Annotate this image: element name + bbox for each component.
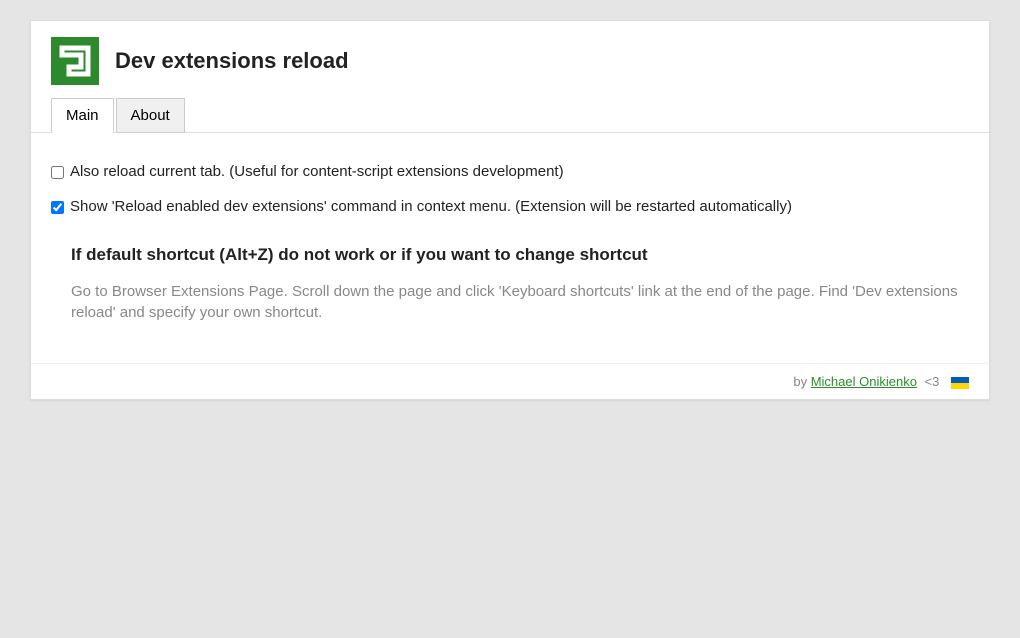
help-section: If default shortcut (Alt+Z) do not work …	[51, 245, 969, 323]
tab-about[interactable]: About	[116, 98, 185, 133]
option-reload-tab[interactable]: Also reload current tab. (Useful for con…	[51, 163, 969, 180]
checkbox-context-menu[interactable]	[51, 201, 64, 214]
ukraine-flag-icon	[951, 377, 969, 389]
help-title: If default shortcut (Alt+Z) do not work …	[71, 245, 969, 265]
content-area: Also reload current tab. (Useful for con…	[31, 133, 989, 363]
option-context-menu-label: Show 'Reload enabled dev extensions' com…	[70, 198, 792, 215]
footer-by: by	[793, 374, 810, 389]
header: Dev extensions reload	[31, 21, 989, 97]
checkbox-reload-tab[interactable]	[51, 166, 64, 179]
tab-bar: Main About	[31, 97, 989, 133]
option-context-menu[interactable]: Show 'Reload enabled dev extensions' com…	[51, 198, 969, 215]
option-reload-tab-label: Also reload current tab. (Useful for con…	[70, 163, 564, 180]
footer: by Michael Onikienko <3	[31, 363, 989, 399]
help-body: Go to Browser Extensions Page. Scroll do…	[71, 281, 969, 323]
author-link[interactable]: Michael Onikienko	[811, 374, 917, 389]
settings-card: Dev extensions reload Main About Also re…	[30, 20, 990, 400]
app-logo-icon	[51, 37, 99, 85]
page-title: Dev extensions reload	[115, 48, 349, 74]
tab-main[interactable]: Main	[51, 98, 114, 133]
heart-icon: <3	[925, 374, 940, 389]
